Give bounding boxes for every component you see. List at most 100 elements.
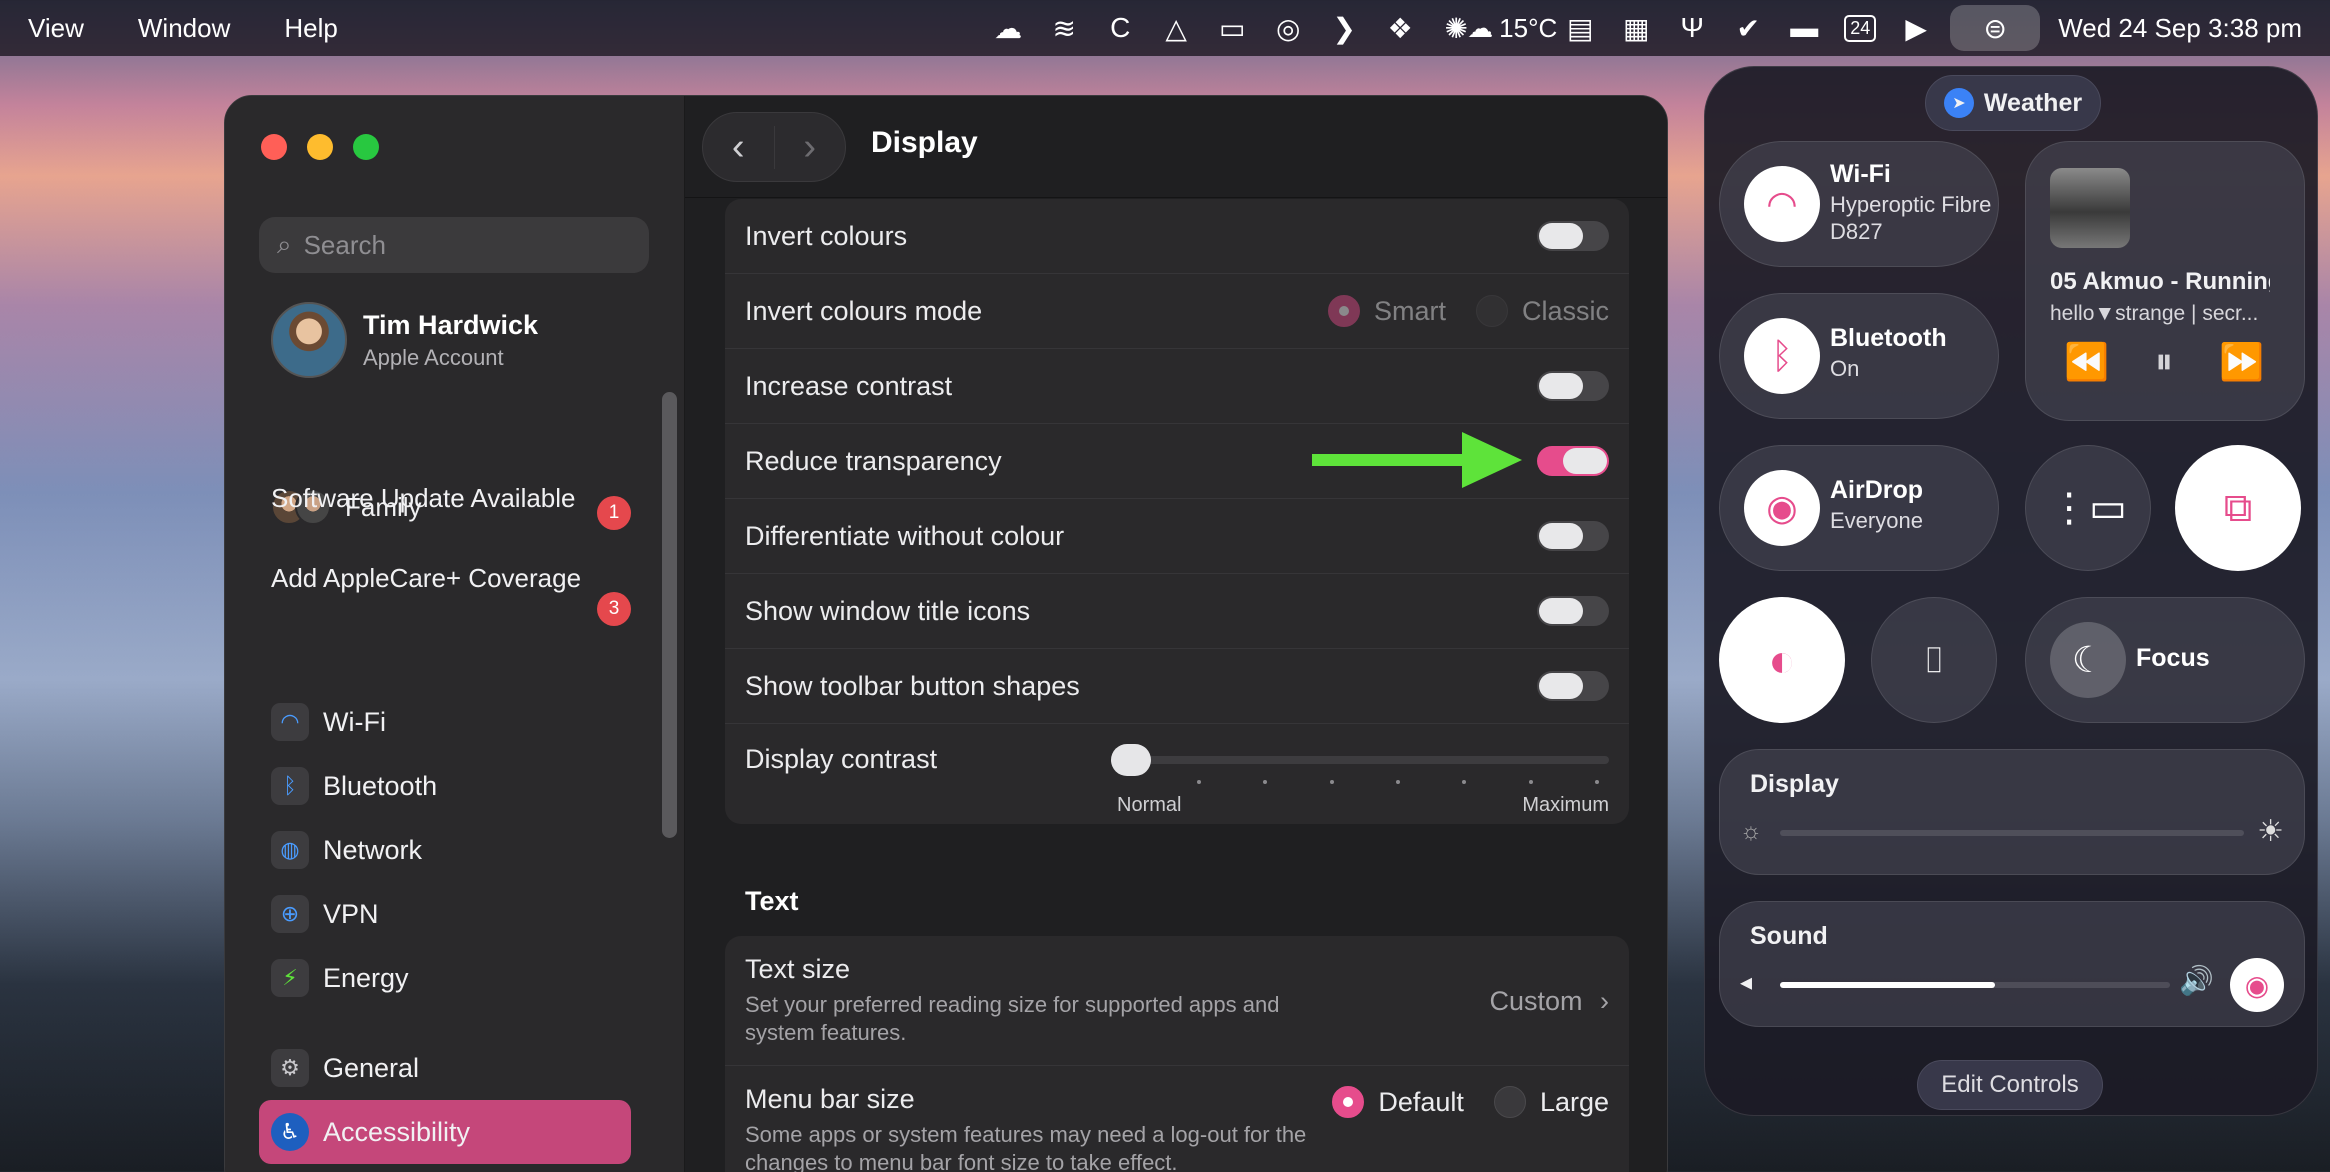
wifi-icon: ◠ bbox=[1744, 166, 1820, 242]
radar-icon[interactable]: ✔ bbox=[1720, 0, 1776, 56]
differentiate-without-colour-row: Differentiate without colour bbox=[725, 499, 1629, 574]
dark-mode-button[interactable]: ◐ bbox=[1719, 597, 1845, 723]
sidebar-item-label: Bluetooth bbox=[323, 770, 438, 801]
airplay-audio-button[interactable]: ◉ bbox=[2230, 958, 2284, 1012]
calendar-day: 24 bbox=[1844, 14, 1877, 42]
radio-label: Default bbox=[1378, 1086, 1464, 1117]
stage-manager-button[interactable]: ⋮▭ bbox=[2025, 445, 2151, 571]
display-icon[interactable]: ▭ bbox=[1204, 0, 1260, 56]
menu-help[interactable]: Help bbox=[257, 13, 364, 44]
moon-icon: ☾ bbox=[2050, 622, 2126, 698]
highlight-arrow-icon bbox=[1312, 432, 1522, 488]
speaker-low-icon: ◂ bbox=[1740, 969, 1753, 996]
sidebar-item-network[interactable]: ◍ Network bbox=[271, 824, 422, 876]
tile-title: AirDrop bbox=[1830, 476, 1924, 504]
accessibility-icon: ♿ bbox=[271, 1113, 309, 1151]
edit-controls-button[interactable]: Edit Controls bbox=[1917, 1060, 2103, 1110]
display-contrast-row: Display contrast Normal Maximum bbox=[725, 724, 1629, 824]
display-contrast-slider[interactable]: Normal Maximum bbox=[1111, 744, 1609, 816]
applecare-notice[interactable]: Add AppleCare+ Coverage 3 bbox=[271, 562, 631, 626]
system-settings-window: ⌕ Search Tim Hardwick Apple Account Fami… bbox=[224, 95, 1668, 1172]
row-label: Differentiate without colour bbox=[745, 520, 1065, 551]
close-button[interactable] bbox=[261, 134, 287, 160]
screenshot-button[interactable]: ⌷ bbox=[1871, 597, 1997, 723]
location-arrow-icon: ➤ bbox=[1943, 88, 1974, 118]
notice-label: Software Update Available bbox=[271, 483, 576, 513]
radio-smart[interactable]: Smart bbox=[1327, 295, 1446, 327]
radio-label: Large bbox=[1539, 1086, 1609, 1117]
zoom-button[interactable] bbox=[353, 134, 379, 160]
weather-pill[interactable]: ➤ Weather bbox=[1925, 75, 2101, 131]
chevron-right-icon: › bbox=[1600, 986, 1609, 1016]
text-size-row[interactable]: Text size Set your preferred reading siz… bbox=[725, 936, 1629, 1066]
calculator-icon[interactable]: ▦ bbox=[1608, 0, 1664, 56]
row-description: Some apps or system features may need a … bbox=[745, 1122, 1307, 1172]
brightness-high-icon: ☀ bbox=[2257, 815, 2284, 848]
radio-default[interactable]: Default bbox=[1332, 1086, 1464, 1118]
sidebar-scrollbar[interactable] bbox=[662, 392, 677, 838]
rewind-icon[interactable]: ⏪ bbox=[2064, 341, 2109, 383]
sidebar-item-wifi[interactable]: ◠ Wi-Fi bbox=[271, 696, 386, 748]
folder-download-icon[interactable]: ▤ bbox=[1552, 0, 1608, 56]
row-description: Set your preferred reading size for supp… bbox=[745, 992, 1280, 1045]
hat-icon[interactable]: ☁ bbox=[980, 0, 1036, 56]
dropbox-icon[interactable]: ❖ bbox=[1372, 0, 1428, 56]
row-label: Text size bbox=[745, 954, 851, 984]
sidebar-item-energy[interactable]: ⚡ Energy bbox=[271, 952, 409, 1004]
chevron-app-icon[interactable]: ❯ bbox=[1316, 0, 1372, 56]
search-input[interactable]: ⌕ Search bbox=[259, 217, 649, 273]
focus-tile[interactable]: ☾ Focus bbox=[2025, 597, 2305, 723]
now-playing-tile[interactable]: 05 Akmuo - Running hello▼strange | secr.… bbox=[2025, 141, 2305, 421]
sound-tile: Sound ◂ 🔊 ◉ bbox=[1719, 901, 2305, 1027]
control-centre-icon[interactable]: ⊜ bbox=[1950, 5, 2041, 51]
forward-button[interactable]: › bbox=[773, 125, 846, 169]
lasso-icon[interactable]: ◎ bbox=[1260, 0, 1316, 56]
weather-status[interactable]: ☁ 15°C bbox=[1467, 0, 1557, 56]
menu-view[interactable]: View bbox=[0, 13, 111, 44]
software-update-notice[interactable]: Software Update Available 1 bbox=[271, 482, 631, 530]
sidebar-item-general[interactable]: ⚙ General bbox=[271, 1042, 419, 1094]
menu-window[interactable]: Window bbox=[111, 13, 257, 44]
show-window-title-icons-toggle[interactable] bbox=[1537, 596, 1609, 626]
radio-classic[interactable]: Classic bbox=[1475, 295, 1609, 327]
row-label: Invert colours mode bbox=[745, 295, 983, 326]
brightness-slider[interactable] bbox=[1780, 830, 2244, 836]
text-settings-group: Text size Set your preferred reading siz… bbox=[725, 936, 1629, 1172]
toolbar: ‹ › Display bbox=[685, 96, 1667, 198]
differentiate-without-colour-toggle[interactable] bbox=[1537, 521, 1609, 551]
screen-mirroring-icon: ⧉ bbox=[2223, 485, 2253, 530]
sidebar-item-label: Wi-Fi bbox=[323, 706, 386, 737]
menu-clock[interactable]: Wed 24 Sep 3:38 pm bbox=[2046, 13, 2330, 44]
menu-bar-size-row: Menu bar size Some apps or system featur… bbox=[725, 1066, 1629, 1172]
invert-colours-mode-row: Invert colours mode Smart Classic bbox=[725, 274, 1629, 349]
battery-icon[interactable]: ▬ bbox=[1776, 0, 1832, 56]
bluetooth-icon: ᛒ bbox=[271, 767, 309, 805]
slider-knob[interactable] bbox=[1111, 744, 1151, 776]
sidebar-item-bluetooth[interactable]: ᛒ Bluetooth bbox=[271, 760, 437, 812]
minimize-button[interactable] bbox=[307, 134, 333, 160]
play-icon[interactable]: ▶ bbox=[1888, 0, 1944, 56]
kitchen-icon[interactable]: Ψ bbox=[1664, 0, 1720, 56]
airdrop-tile[interactable]: ◉ AirDrop Everyone bbox=[1719, 445, 1999, 571]
reduce-transparency-toggle[interactable] bbox=[1537, 446, 1609, 476]
sidebar-item-vpn[interactable]: ⊕ VPN bbox=[271, 888, 379, 940]
volume-slider[interactable] bbox=[1780, 982, 2170, 988]
c-app-icon[interactable]: C bbox=[1092, 0, 1148, 56]
wind-icon[interactable]: ≋ bbox=[1036, 0, 1092, 56]
apple-account[interactable]: Tim Hardwick Apple Account bbox=[271, 302, 538, 378]
increase-contrast-toggle[interactable] bbox=[1537, 371, 1609, 401]
window-controls bbox=[261, 134, 379, 160]
wifi-tile[interactable]: ◠ Wi-Fi Hyperoptic Fibre D827 bbox=[1719, 141, 1999, 267]
show-toolbar-button-shapes-toggle[interactable] bbox=[1537, 671, 1609, 701]
bluetooth-tile[interactable]: ᛒ Bluetooth On bbox=[1719, 293, 1999, 419]
screen-mirroring-button[interactable]: ⧉ bbox=[2175, 445, 2301, 571]
back-button[interactable]: ‹ bbox=[703, 126, 774, 169]
invert-colours-toggle[interactable] bbox=[1537, 221, 1609, 251]
sidebar-item-accessibility[interactable]: ♿ Accessibility bbox=[259, 1100, 631, 1164]
row-label: Increase contrast bbox=[745, 370, 953, 401]
fast-forward-icon[interactable]: ⏩ bbox=[2219, 341, 2264, 383]
drive-icon[interactable]: △ bbox=[1148, 0, 1204, 56]
calendar-icon[interactable]: 24 bbox=[1832, 0, 1888, 56]
radio-large[interactable]: Large bbox=[1493, 1086, 1609, 1118]
pause-icon[interactable]: ⏸ bbox=[2155, 340, 2173, 383]
